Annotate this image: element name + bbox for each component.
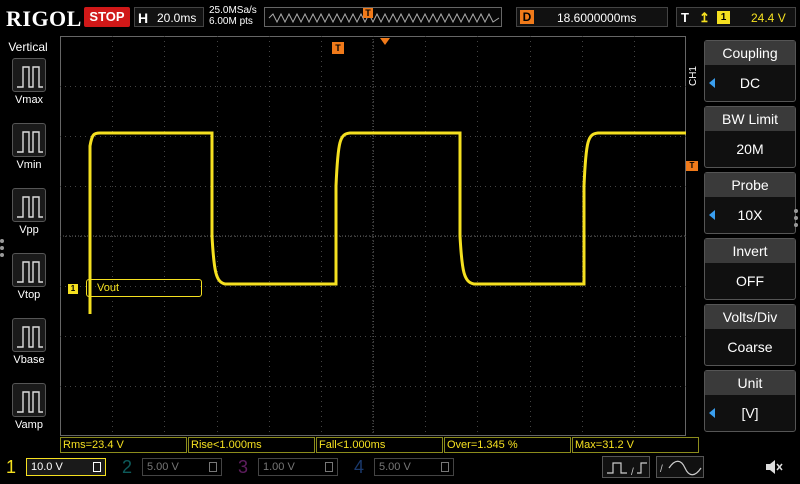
menu-arrow-icon bbox=[709, 78, 715, 88]
measure-label: Vmax bbox=[14, 94, 44, 106]
run-stop-button[interactable]: STOP bbox=[84, 7, 130, 27]
measure-vtop-icon bbox=[12, 253, 46, 287]
math-button[interactable]: / bbox=[602, 456, 650, 478]
measure-item-vbase[interactable]: Vbase bbox=[8, 318, 50, 366]
waveform-display[interactable] bbox=[60, 36, 686, 436]
right-scroll-dots bbox=[794, 209, 800, 230]
memory-map bbox=[264, 7, 502, 27]
menu-bw-limit[interactable]: BW Limit 20M bbox=[704, 106, 796, 168]
waveform-label: Vout bbox=[86, 279, 202, 297]
menu-title: Coupling bbox=[705, 41, 795, 65]
memory-depth: 6.00M pts bbox=[209, 16, 253, 27]
horizontal-letter: H bbox=[138, 10, 149, 26]
measure-item-vmin[interactable]: Vmin bbox=[8, 123, 50, 171]
bandwidth-icon bbox=[441, 462, 449, 472]
channel-offset-marker: 1 bbox=[68, 284, 78, 294]
measure-vamp-icon bbox=[12, 383, 46, 417]
delay-value: 18.6000000ms bbox=[557, 11, 637, 25]
menu-arrow-icon bbox=[709, 408, 715, 418]
measure-label: Vpp bbox=[19, 224, 39, 236]
reference-button[interactable]: / bbox=[656, 456, 704, 478]
channel-scale: 5.00 V bbox=[147, 461, 179, 473]
menu-unit[interactable]: Unit [V] bbox=[704, 370, 796, 432]
menu-invert[interactable]: Invert OFF bbox=[704, 238, 796, 300]
horizontal-timebase[interactable]: H 20.0ms bbox=[134, 7, 204, 27]
delay-letter: D bbox=[520, 10, 534, 24]
menu-value: Coarse bbox=[727, 339, 773, 355]
measurement-result: Rms=23.4 V bbox=[60, 437, 187, 453]
measurement-result: Rise<1.000ms bbox=[188, 437, 315, 453]
bandwidth-icon bbox=[325, 462, 333, 472]
channel-scale: 1.00 V bbox=[263, 461, 295, 473]
graticule bbox=[60, 36, 686, 436]
measure-category: Vertical bbox=[8, 40, 48, 54]
measurement-result: Over=1.345 % bbox=[444, 437, 571, 453]
menu-title: Unit bbox=[705, 371, 795, 395]
measurement-results: Rms=23.4 V Rise<1.000ms Fall<1.000ms Over=1… bbox=[60, 437, 700, 453]
measure-vmin-icon bbox=[12, 123, 46, 157]
rising-edge-icon: ↥ bbox=[699, 10, 710, 25]
channel-number: 3 bbox=[238, 457, 249, 477]
trigger-time-marker: T bbox=[332, 42, 344, 54]
channel-number: 1 bbox=[6, 457, 17, 477]
channel-scale: 5.00 V bbox=[379, 461, 411, 473]
menu-title: BW Limit bbox=[705, 107, 795, 131]
measure-vmax-icon bbox=[12, 58, 46, 92]
menu-arrow-icon bbox=[709, 210, 715, 220]
speaker-muted-icon[interactable] bbox=[764, 458, 784, 476]
svg-text:/: / bbox=[660, 464, 663, 475]
measurement-result: Fall<1.000ms bbox=[316, 437, 443, 453]
delay-box[interactable]: D 18.6000000ms bbox=[516, 7, 668, 27]
measure-label: Vmin bbox=[16, 159, 42, 171]
measure-panel: Vertical Vmax Vmin Vpp Vtop Vbase Vamp bbox=[0, 36, 56, 436]
channel-bar: / / 1 10.0 V 2 5.00 V 3 1.00 V 4 5.00 V bbox=[0, 454, 800, 480]
measure-item-vpp[interactable]: Vpp bbox=[8, 188, 50, 236]
channel-scale: 10.0 V bbox=[31, 461, 63, 473]
trigger-position-marker: T bbox=[363, 8, 373, 18]
top-status-bar: RIGOL STOP H 20.0ms 25.0MSa/s 6.00M pts … bbox=[0, 0, 800, 36]
menu-title: Volts/Div bbox=[705, 305, 795, 329]
menu-value: 10X bbox=[737, 207, 763, 223]
center-arrow-icon bbox=[380, 38, 390, 45]
measure-vpp-icon bbox=[12, 188, 46, 222]
measure-label: Vamp bbox=[15, 419, 43, 431]
menu-channel-label: CH1 bbox=[688, 66, 699, 87]
measurement-result: Max=31.2 V bbox=[572, 437, 699, 453]
bandwidth-icon bbox=[93, 462, 101, 472]
trigger-source-badge: 1 bbox=[717, 11, 730, 24]
acquisition-info: 25.0MSa/s 6.00M pts bbox=[209, 5, 257, 27]
rigol-logo: RIGOL bbox=[6, 6, 82, 31]
menu-coupling[interactable]: Coupling DC bbox=[704, 40, 796, 102]
measure-vbase-icon bbox=[12, 318, 46, 352]
channel-menu: CH1 Coupling DC BW Limit 20M Probe 10X Invert O… bbox=[688, 36, 800, 436]
menu-value: 20M bbox=[736, 141, 764, 157]
menu-value: OFF bbox=[736, 273, 764, 289]
menu-value: [V] bbox=[741, 405, 759, 421]
memory-map-waveform-icon bbox=[268, 12, 500, 24]
sample-rate: 25.0MSa/s bbox=[209, 5, 257, 16]
svg-text:/: / bbox=[631, 467, 634, 478]
trigger-letter: T bbox=[681, 10, 689, 25]
menu-probe[interactable]: Probe 10X bbox=[704, 172, 796, 234]
channel-number: 4 bbox=[354, 457, 365, 477]
measure-item-vamp[interactable]: Vamp bbox=[8, 383, 50, 431]
timebase-value: 20.0ms bbox=[157, 11, 197, 25]
menu-volts-div[interactable]: Volts/Div Coarse bbox=[704, 304, 796, 366]
trigger-box[interactable]: T ↥ 1 24.4 V bbox=[676, 7, 796, 27]
channel-number: 2 bbox=[122, 457, 133, 477]
function-buttons: / / bbox=[602, 456, 706, 478]
measure-item-vmax[interactable]: Vmax bbox=[8, 58, 50, 106]
bandwidth-icon bbox=[209, 462, 217, 472]
measure-label: Vtop bbox=[17, 289, 41, 301]
trigger-level: 24.4 V bbox=[751, 11, 786, 25]
left-scroll-dots bbox=[0, 239, 6, 260]
measure-item-vtop[interactable]: Vtop bbox=[8, 253, 50, 301]
menu-title: Invert bbox=[705, 239, 795, 263]
menu-value: DC bbox=[739, 75, 761, 91]
measure-label: Vbase bbox=[13, 354, 45, 366]
menu-title: Probe bbox=[705, 173, 795, 197]
